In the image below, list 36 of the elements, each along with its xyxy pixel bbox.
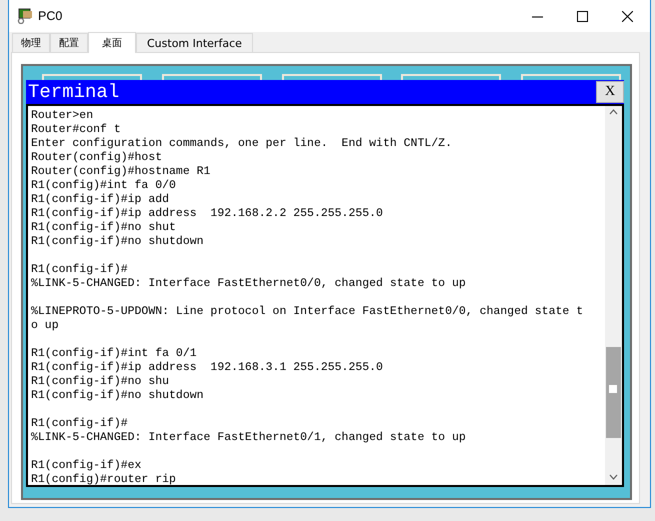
tab[interactable]: Custom Interface [136, 33, 253, 52]
maximize-icon[interactable] [577, 10, 588, 22]
terminal-line: o up [31, 319, 59, 333]
terminal-line: R1(config-if)#no shut [31, 221, 176, 235]
scroll-down-icon[interactable] [609, 474, 618, 480]
terminal-line: R1(config-if)#ip address 192.168.2.2 255.255.255.0 [31, 207, 383, 221]
terminal-line: %LINEPROTO-5-UPDOWN: Line protocol on Interface FastEthernet0/0, changed state t [31, 305, 584, 319]
terminal-line: %LINK-5-CHANGED: Interface FastEthernet0/1, changed state to up [31, 431, 466, 445]
terminal-line: Enter configuration commands, one per line. End with CNTL/Z. [31, 137, 452, 151]
scrollbar-thumb[interactable] [606, 347, 621, 438]
close-icon[interactable] [622, 10, 633, 22]
close-button[interactable]: X [596, 81, 624, 103]
terminal-line: R1(config-if)#int fa 0/1 [31, 347, 197, 361]
terminal-line: R1(config-if)#no shu [31, 375, 170, 389]
tab[interactable]: 桌面 [88, 32, 136, 53]
terminal-line: R1(config-if)#no shutdown [31, 389, 204, 403]
terminal-line: %LINK-5-CHANGED: Interface FastEthernet0/0, changed state to up [31, 277, 466, 291]
terminal-line: R1(config-if)#ip add [31, 193, 170, 207]
terminal-line: R1(config)#int fa 0/0 [31, 179, 176, 193]
tab[interactable]: 配置 [50, 33, 88, 52]
terminal-line: R1(config-if)#no shutdown [31, 235, 204, 249]
scrollbar[interactable] [605, 106, 622, 485]
computer-icon [17, 8, 33, 24]
terminal-title: Terminal [27, 80, 120, 104]
terminal-line: R1(config-if)# [31, 417, 128, 431]
terminal-line: Router>en [31, 109, 94, 123]
terminal-line: Router(config)#host [31, 151, 162, 165]
terminal-line: Router(config)#hostname R1 [31, 165, 210, 179]
terminal-line: Router#conf t [31, 123, 121, 137]
scroll-up-icon[interactable] [609, 109, 618, 115]
window-title: PC0 [38, 9, 62, 23]
terminal-line: R1(config)#router rip [31, 473, 176, 485]
terminal-line: R1(config-if)#ip address 192.168.3.1 255.255.255.0 [31, 361, 383, 375]
terminal-line: R1(config-if)# [31, 263, 128, 277]
terminal-line: R1(config-if)#ex [31, 459, 142, 473]
tab[interactable]: 物理 [12, 33, 50, 52]
